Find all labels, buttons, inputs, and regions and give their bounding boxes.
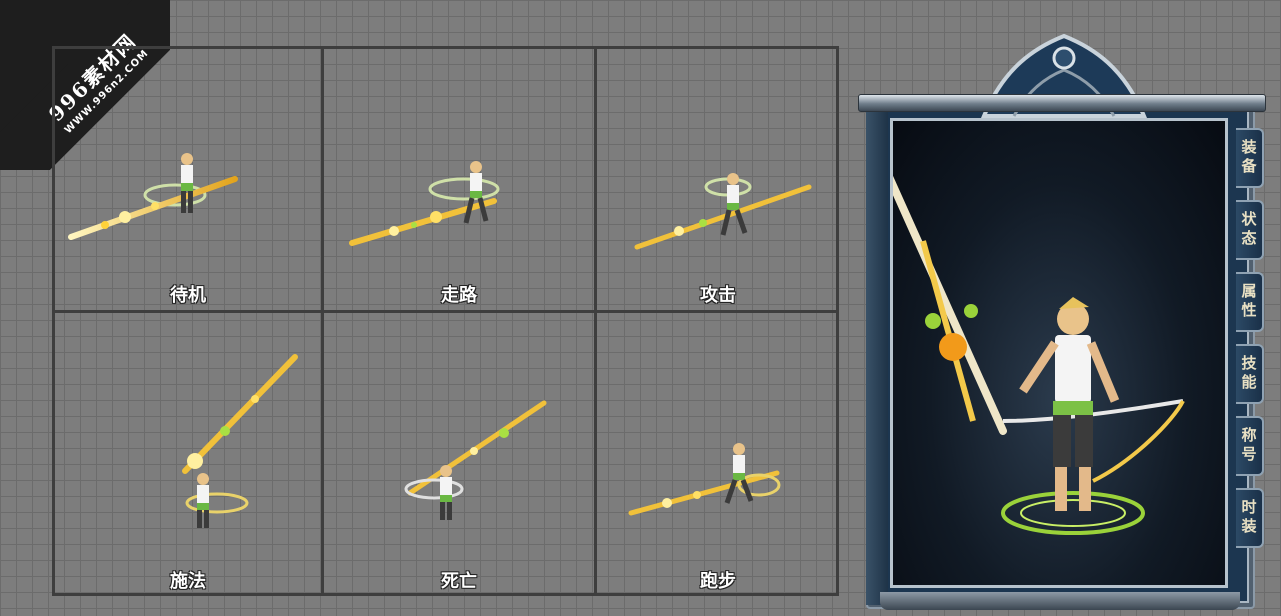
animation-cell-cast[interactable]: 施法: [55, 313, 321, 596]
character-viewport: [869, 118, 1228, 588]
character-model: [869, 137, 1185, 535]
animation-cell-idle[interactable]: 待机: [55, 49, 321, 310]
tab-titles[interactable]: 称号: [1236, 416, 1264, 476]
animation-cell-attack[interactable]: 攻击: [597, 49, 839, 310]
animation-cell-death[interactable]: 死亡: [324, 313, 594, 596]
run-sprite: [628, 443, 781, 516]
panel-top-bar: [858, 94, 1266, 112]
walk-sprite: [349, 161, 500, 246]
attack-sprite: [634, 173, 812, 250]
tab-fashion[interactable]: 时装: [1236, 488, 1264, 548]
animation-label: 待机: [170, 285, 206, 306]
tab-attributes[interactable]: 属性: [1236, 272, 1264, 332]
animation-grid: 待机 走路 攻击 施法 死亡 跑步: [52, 46, 839, 596]
animation-cell-run[interactable]: 跑步: [597, 313, 839, 596]
animation-label: 走路: [441, 285, 477, 306]
idle-sprite: [68, 153, 238, 240]
animation-label: 死亡: [441, 571, 477, 592]
character-panel: 装备 状态 属性 技能 称号 时装: [852, 20, 1270, 610]
animation-label: 跑步: [700, 571, 736, 592]
animation-label: 攻击: [700, 285, 736, 306]
panel-left-rim: [866, 100, 888, 605]
animation-label: 施法: [170, 571, 206, 592]
cast-sprite: [182, 354, 298, 528]
tab-status[interactable]: 状态: [1236, 200, 1264, 260]
panel-bottom-rim: [880, 592, 1240, 610]
panel-tabs: 装备 状态 属性 技能 称号 时装: [1236, 128, 1268, 560]
animation-cell-walk[interactable]: 走路: [324, 49, 594, 310]
death-sprite: [404, 400, 547, 520]
tab-equipment[interactable]: 装备: [1236, 128, 1264, 188]
tab-skills[interactable]: 技能: [1236, 344, 1264, 404]
